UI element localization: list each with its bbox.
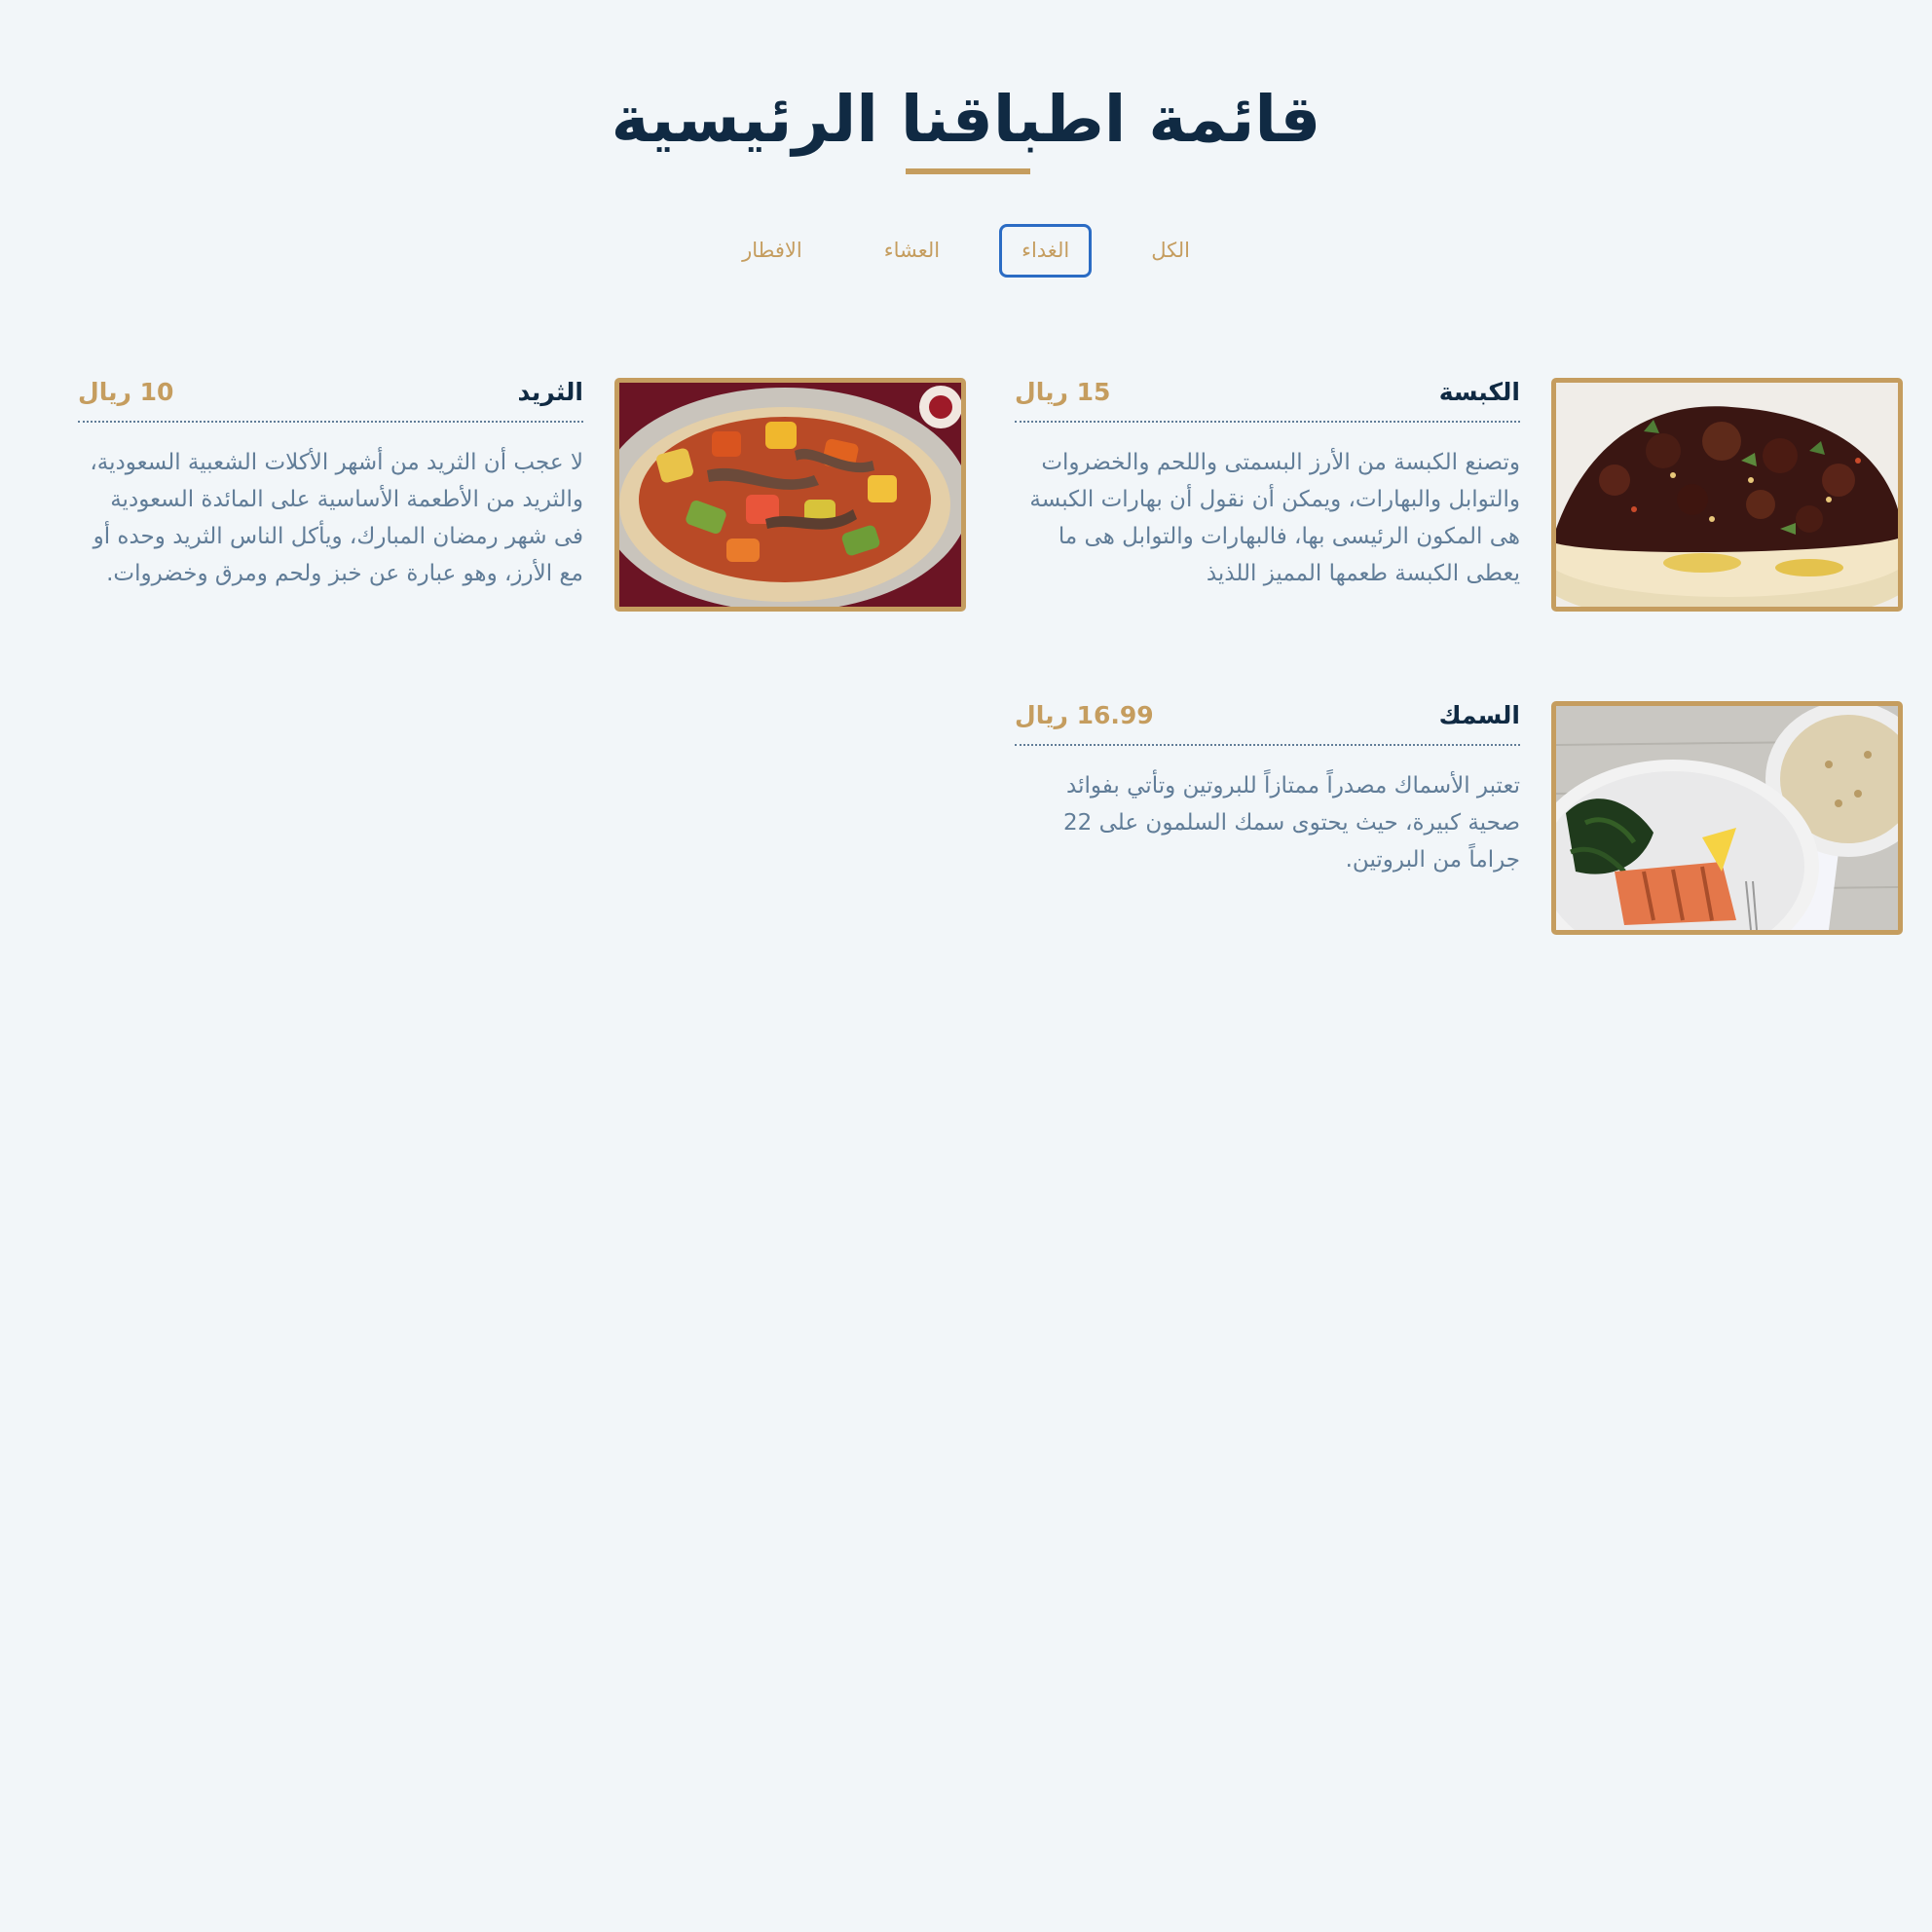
tab-breakfast[interactable]: الافطار: [720, 224, 825, 278]
item-description: تعتبر الأسماك مصدراً ممتازاً للبروتين وت…: [1063, 773, 1520, 873]
item-header: الكبسة 15 ريال: [1015, 378, 1520, 423]
tab-dinner[interactable]: العشاء: [862, 224, 962, 278]
item-price: 16.99 ريال: [1015, 701, 1154, 729]
page-title: قائمة اطباقنا الرئيسية: [611, 82, 1321, 157]
item-description: وتصنع الكبسة من الأرز البسمتى واللحم وال…: [1029, 450, 1520, 586]
item-description: لا عجب أن الثريد من أشهر الأكلات الشعبية…: [90, 450, 583, 586]
item-price: 15 ريال: [1015, 378, 1111, 406]
tab-lunch[interactable]: الغداء: [999, 224, 1093, 278]
menu-item-fish: السمك 16.99 ريال تعتبر الأسماك مصدراً مم…: [991, 701, 1903, 954]
item-price: 10 ريال: [78, 378, 174, 406]
item-name: الكبسة: [1438, 378, 1520, 406]
tab-all[interactable]: الكل: [1129, 224, 1212, 278]
item-header: السمك 16.99 ريال: [1015, 701, 1520, 746]
kabsa-photo: [1551, 378, 1903, 612]
item-info: السمك 16.99 ريال تعتبر الأسماك مصدراً مم…: [1015, 701, 1520, 878]
title-underline: [906, 168, 1030, 174]
item-name: الثريد: [517, 378, 583, 406]
item-info: الثريد 10 ريال لا عجب أن الثريد من أشهر …: [78, 378, 583, 592]
menu-item-tharid: الثريد 10 ريال لا عجب أن الثريد من أشهر …: [55, 378, 966, 631]
filter-tabs: الكل الغداء العشاء الافطار: [0, 224, 1932, 278]
tharid-photo: [614, 378, 966, 612]
menu-item-kabsa: الكبسة 15 ريال وتصنع الكبسة من الأرز الب…: [991, 378, 1903, 631]
item-name: السمك: [1438, 701, 1520, 729]
item-header: الثريد 10 ريال: [78, 378, 583, 423]
fish-photo: [1551, 701, 1903, 935]
item-info: الكبسة 15 ريال وتصنع الكبسة من الأرز الب…: [1015, 378, 1520, 592]
